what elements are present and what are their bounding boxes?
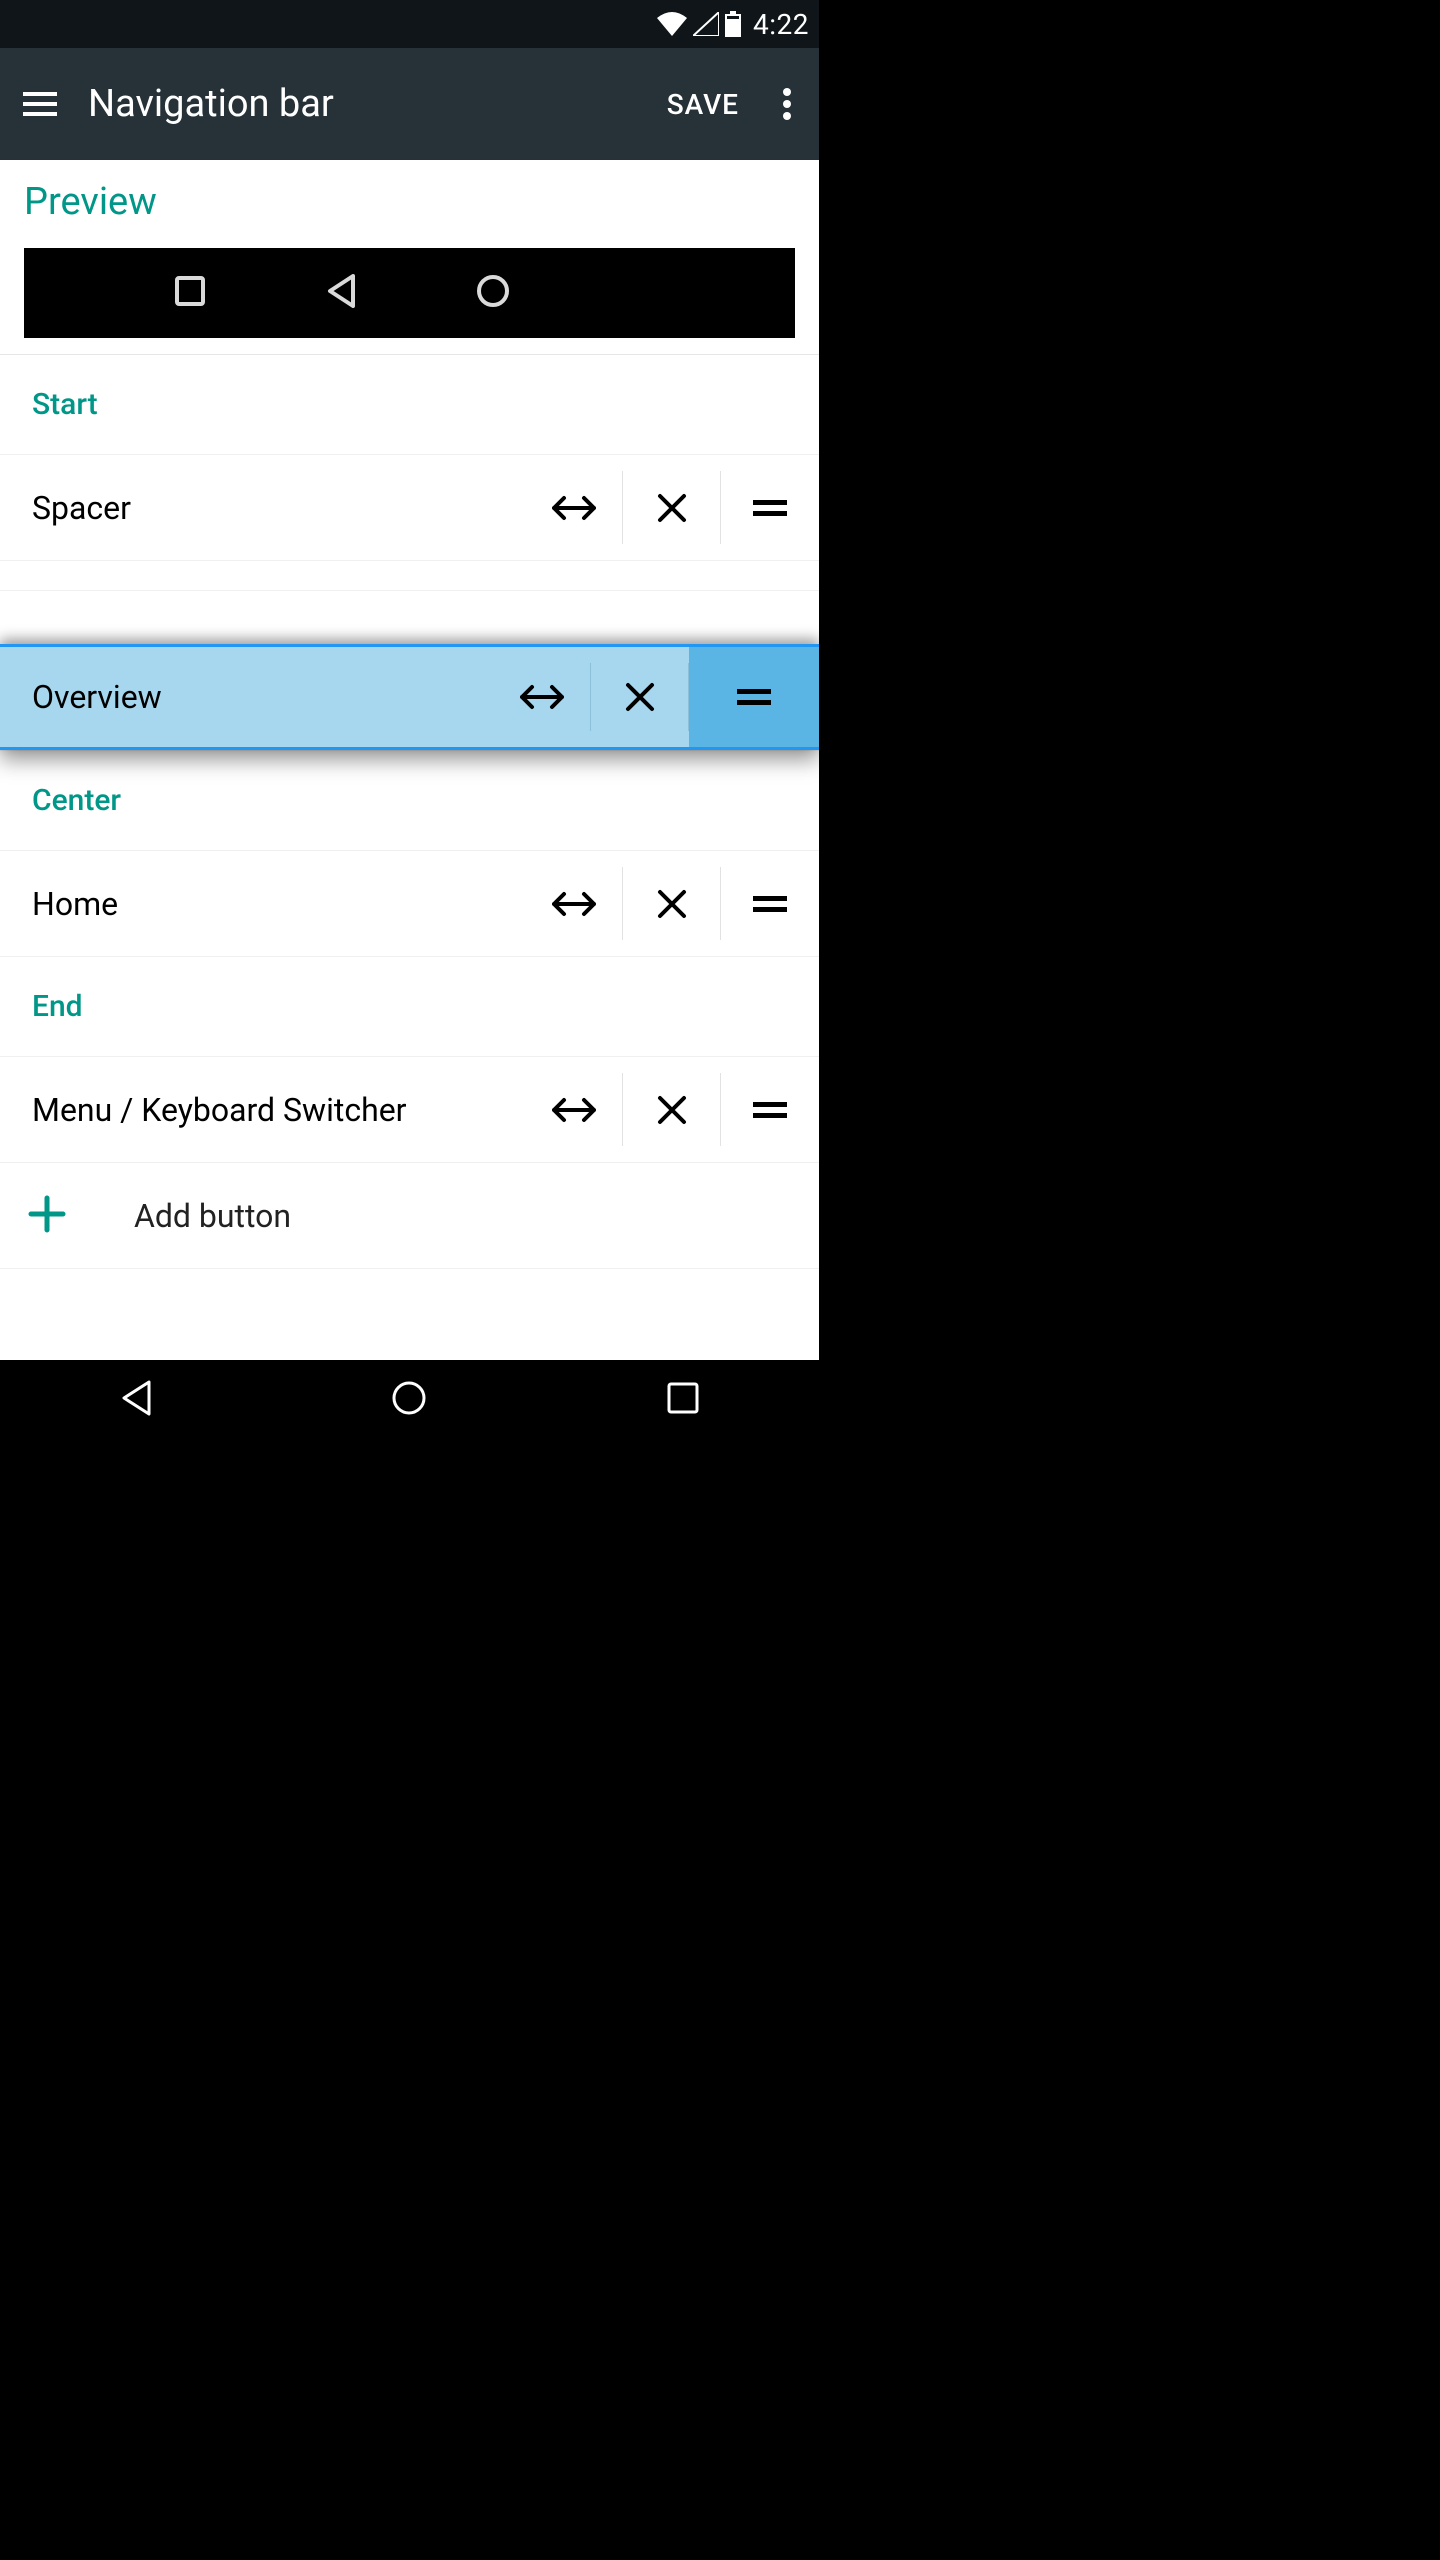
content: Preview Start Spacer xyxy=(0,160,819,1360)
close-icon[interactable] xyxy=(623,1057,721,1162)
drag-area: Back Overview xyxy=(0,591,819,751)
page-title: Navigation bar xyxy=(88,82,651,126)
width-icon[interactable] xyxy=(525,1057,623,1162)
section-header-center: Center xyxy=(0,751,819,851)
row-label: Overview xyxy=(32,678,493,716)
system-navbar xyxy=(0,1360,819,1440)
close-icon[interactable] xyxy=(623,455,721,560)
drag-handle-icon[interactable] xyxy=(721,851,819,956)
battery-icon xyxy=(725,11,741,37)
drag-handle-icon[interactable] xyxy=(689,647,819,747)
wifi-icon xyxy=(657,12,687,36)
row-home[interactable]: Home xyxy=(0,851,819,957)
row-actions xyxy=(493,647,819,747)
add-button-row[interactable]: Add button xyxy=(0,1163,819,1269)
row-label: Menu / Keyboard Switcher xyxy=(32,1091,525,1129)
drag-handle-icon[interactable] xyxy=(721,1057,819,1162)
drag-handle-icon[interactable] xyxy=(721,455,819,560)
close-icon[interactable] xyxy=(591,647,689,747)
close-icon[interactable] xyxy=(623,851,721,956)
sys-back-icon[interactable] xyxy=(119,1379,153,1421)
cellular-icon xyxy=(693,12,719,36)
row-label: Home xyxy=(32,885,525,923)
row-overview-dragging[interactable]: Overview xyxy=(0,644,819,750)
overview-nav-icon xyxy=(174,275,206,311)
plus-icon xyxy=(28,1195,134,1237)
add-label: Add button xyxy=(134,1197,291,1235)
action-bar: Navigation bar SAVE xyxy=(0,48,819,160)
hamburger-icon[interactable] xyxy=(16,80,64,128)
home-nav-icon xyxy=(476,274,510,312)
row-actions xyxy=(525,455,819,560)
row-actions xyxy=(525,851,819,956)
sys-overview-icon[interactable] xyxy=(666,1381,700,1419)
row-spacer[interactable]: Spacer xyxy=(0,455,819,561)
section-header-end: End xyxy=(0,957,819,1057)
width-icon[interactable] xyxy=(493,647,591,747)
back-nav-icon xyxy=(326,274,356,312)
status-bar: 4:22 xyxy=(0,0,819,48)
section-header-start: Start xyxy=(0,355,819,455)
overflow-icon[interactable] xyxy=(763,80,811,128)
sys-home-icon[interactable] xyxy=(390,1379,428,1421)
row-menu[interactable]: Menu / Keyboard Switcher xyxy=(0,1057,819,1163)
row-actions xyxy=(525,1057,819,1162)
save-button[interactable]: SAVE xyxy=(651,88,755,121)
preview-block: Preview xyxy=(0,160,819,355)
status-time: 4:22 xyxy=(753,8,809,41)
width-icon[interactable] xyxy=(525,455,623,560)
row-label: Spacer xyxy=(32,489,525,527)
navbar-preview xyxy=(24,248,795,338)
preview-label: Preview xyxy=(24,180,795,224)
width-icon[interactable] xyxy=(525,851,623,956)
